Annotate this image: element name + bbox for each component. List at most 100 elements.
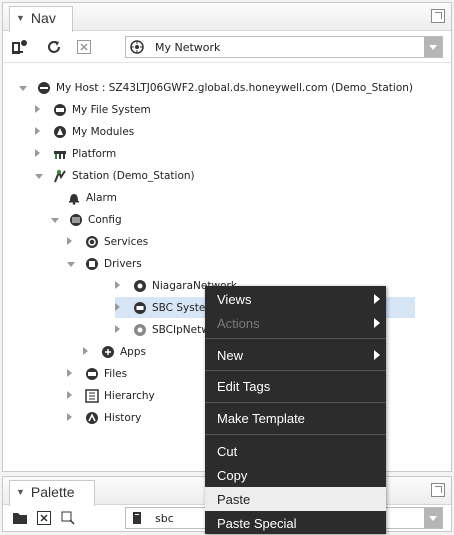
menu-item-cut[interactable]: Cut — [205, 439, 386, 463]
tree-node-history[interactable]: History — [67, 407, 141, 428]
tree-node-host[interactable]: My Host : SZ43LTJ06GWF2.global.ds.honeyw… — [19, 77, 413, 98]
menu-item-label: Paste — [217, 491, 251, 507]
expand-arrow-icon[interactable] — [67, 368, 77, 380]
menu-item-label: New — [217, 347, 244, 363]
palette-tab-label: Palette — [30, 484, 75, 500]
tree-node-label: Apps — [120, 345, 146, 358]
close-icon[interactable] — [35, 509, 53, 527]
refresh-icon[interactable] — [45, 38, 63, 56]
tree-node-files[interactable]: Files — [67, 363, 127, 384]
tree-node-label: Platform — [72, 147, 117, 160]
nav-tab[interactable]: ▼ Nav — [9, 6, 73, 32]
expand-arrow-icon[interactable] — [67, 390, 77, 402]
maximize-icon[interactable] — [431, 483, 445, 497]
folder-icon[interactable] — [11, 509, 29, 527]
tree-node-label: Hierarchy — [104, 389, 155, 402]
modules-icon — [53, 125, 67, 139]
collapse-caret-icon[interactable]: ▼ — [16, 13, 25, 23]
tree-node-drivers[interactable]: Drivers — [67, 253, 142, 274]
nav-tab-label: Nav — [30, 10, 56, 26]
hierarchy-icon — [85, 388, 99, 403]
history-icon — [85, 411, 99, 425]
tree-node-hierarchy[interactable]: Hierarchy — [67, 385, 155, 406]
expand-arrow-icon[interactable] — [115, 302, 125, 314]
files-icon — [85, 367, 99, 381]
file-system-icon — [53, 103, 67, 117]
menu-separator — [205, 434, 386, 435]
drivers-icon — [85, 257, 99, 271]
expand-arrow-icon[interactable] — [67, 236, 77, 248]
expand-arrow-icon[interactable] — [35, 170, 45, 182]
menu-item-new[interactable]: New — [205, 343, 386, 367]
menu-item-make-template[interactable]: Make Template — [205, 406, 386, 430]
find-icon[interactable] — [59, 509, 77, 527]
nav-panel-header: ▼ Nav — [3, 3, 451, 32]
palette-module-icon — [130, 511, 144, 525]
menu-separator — [205, 370, 386, 371]
expand-arrow-icon[interactable] — [115, 280, 125, 292]
tree-node-label: My Modules — [72, 125, 135, 138]
expand-arrow-icon[interactable] — [35, 148, 45, 160]
menu-item-label: Cut — [217, 443, 238, 459]
menu-item-label: Actions — [217, 315, 260, 331]
nav-toolbar: My Network — [3, 31, 451, 63]
tree-node-label: Alarm — [86, 191, 117, 204]
network-icon — [133, 279, 147, 293]
ord-combo[interactable]: My Network — [125, 36, 443, 58]
tree-node-file-system[interactable]: My File System — [35, 99, 151, 120]
network-icon — [130, 40, 144, 54]
ord-combo-value: My Network — [155, 40, 221, 54]
tree-node-label: Config — [88, 213, 122, 226]
chevron-down-icon[interactable] — [424, 508, 442, 528]
chevron-down-icon[interactable] — [424, 37, 442, 57]
palette-tab[interactable]: ▼ Palette — [9, 480, 95, 506]
menu-item-label: Paste Special — [217, 515, 297, 531]
close-icon[interactable] — [75, 38, 93, 56]
expand-arrow-icon[interactable] — [35, 104, 45, 116]
maximize-icon[interactable] — [431, 9, 445, 23]
collapse-caret-icon[interactable]: ▼ — [16, 487, 25, 497]
tree-node-label: Files — [104, 367, 128, 380]
context-menu: Views Actions New Edit Tags Make Templat… — [205, 286, 386, 534]
tree-node-services[interactable]: Services — [67, 231, 148, 252]
database-icon — [69, 213, 83, 227]
apps-icon — [101, 345, 115, 359]
menu-item-copy[interactable]: Copy — [205, 463, 386, 487]
expand-arrow-icon[interactable] — [35, 126, 45, 138]
host-icon — [37, 81, 51, 95]
palette-search-value: sbc — [155, 511, 174, 525]
menu-item-label: Make Template — [217, 410, 305, 426]
tree-node-label: Services — [104, 235, 149, 248]
tree-node-apps[interactable]: Apps — [83, 341, 146, 362]
expand-arrow-icon[interactable] — [115, 324, 125, 336]
expand-arrow-icon[interactable] — [67, 258, 77, 270]
menu-item-label: Copy — [217, 467, 248, 483]
menu-item-edit-tags[interactable]: Edit Tags — [205, 374, 386, 398]
network-icon — [133, 323, 147, 337]
menu-item-label: Views — [217, 291, 252, 307]
expand-arrow-icon[interactable] — [67, 412, 77, 424]
expand-arrow-icon[interactable] — [83, 346, 93, 358]
tree-node-label: My File System — [72, 103, 151, 116]
services-icon — [85, 235, 99, 249]
menu-item-actions: Actions — [205, 311, 386, 335]
sidebar-options-icon[interactable] — [11, 38, 29, 56]
tree-node-label: Drivers — [104, 257, 142, 270]
menu-item-views[interactable]: Views — [205, 287, 386, 311]
station-icon — [53, 168, 67, 183]
expand-arrow-icon[interactable] — [51, 214, 61, 226]
tree-node-label: My Host : SZ43LTJ06GWF2.global.ds.honeyw… — [56, 81, 413, 94]
menu-item-paste[interactable]: Paste — [205, 487, 386, 511]
expand-arrow-icon[interactable] — [19, 82, 29, 94]
tree-node-platform[interactable]: Platform — [35, 143, 116, 164]
menu-separator — [205, 402, 386, 403]
tree-node-alarm[interactable]: Alarm — [67, 187, 117, 208]
tree-node-modules[interactable]: My Modules — [35, 121, 134, 142]
tree-node-label: Station (Demo_Station) — [72, 169, 195, 182]
platform-icon — [53, 147, 67, 161]
tree-node-config[interactable]: Config — [51, 209, 122, 230]
device-icon — [133, 301, 147, 315]
menu-item-label: Edit Tags — [217, 378, 271, 394]
tree-node-station[interactable]: Station (Demo_Station) — [35, 165, 195, 186]
menu-item-paste-special[interactable]: Paste Special — [205, 511, 386, 535]
